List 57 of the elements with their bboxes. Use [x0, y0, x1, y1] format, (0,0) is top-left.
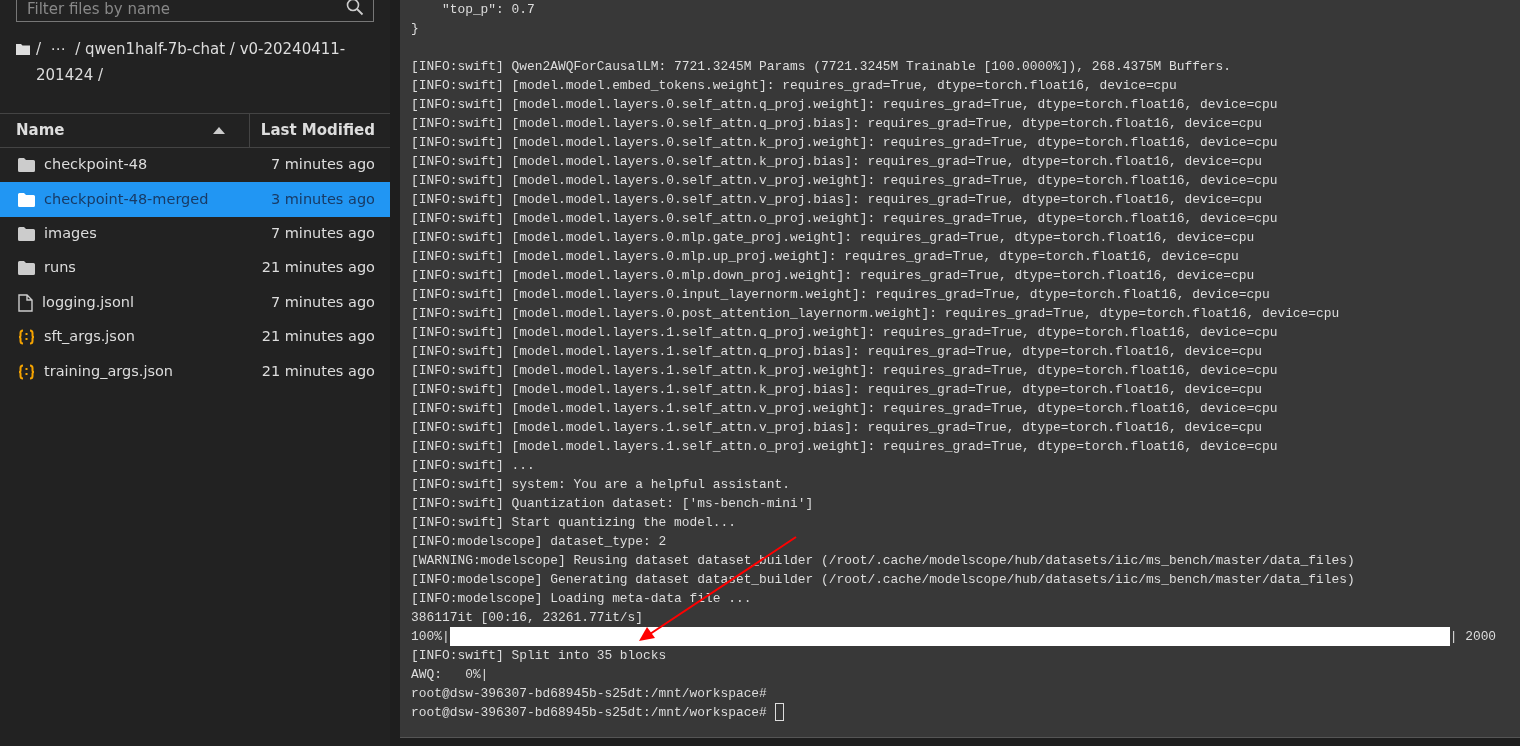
terminal-line: AWQ: 0%|: [411, 667, 489, 682]
terminal-line: [INFO:swift] [model.model.layers.0.self_attn.k_proj.bias]: requires_grad=True, dtype=torch.float16, device=cpu: [411, 154, 1262, 169]
terminal-line: [INFO:swift] [model.model.layers.0.mlp.gate_proj.weight]: requires_grad=True, dtype=torch.float16, device=cpu: [411, 230, 1255, 245]
terminal-line: [INFO:swift] [model.model.layers.0.self_attn.o_proj.weight]: requires_grad=True, dtype=torch.float16, device=cpu: [411, 211, 1278, 226]
terminal-line: [INFO:swift] [model.model.layers.0.input_layernorm.weight]: requires_grad=True, dtype=torch.float16, device=cpu: [411, 287, 1270, 302]
terminal-line: [INFO:swift] system: You are a helpful assistant.: [411, 477, 791, 492]
terminal-line: }: [411, 21, 419, 36]
folder-icon: [18, 226, 35, 241]
folder-icon: [18, 158, 35, 173]
terminal-line: [INFO:swift] Quantization dataset: ['ms-bench-mini']: [411, 496, 814, 511]
search-field[interactable]: Filter files by name: [16, 0, 374, 22]
terminal-line: [INFO:swift] [model.model.layers.0.mlp.up_proj.weight]: requires_grad=True, dtype=torch.float16, device=cpu: [411, 249, 1239, 264]
terminal-line: root@dsw-396307-bd68945b-s25dt:/mnt/workspace#: [411, 686, 767, 701]
terminal-line: [INFO:swift] Qwen2AWQForCausalLM: 7721.3245M Params (7721.3245M Trainable [100.0000%]), 268.4375M Buffers.: [411, 59, 1231, 74]
file-row[interactable]: checkpoint-48-merged 3 minutes ago: [0, 182, 390, 217]
sort-ascending-icon[interactable]: [213, 127, 225, 134]
terminal-line: [INFO:swift] [model.model.embed_tokens.weight]: requires_grad=True, dtype=torch.float16, device=cpu: [411, 78, 1177, 93]
folder-icon[interactable]: [16, 43, 30, 55]
terminal-line: [INFO:swift] [model.model.layers.0.self_attn.v_proj.bias]: requires_grad=True, dtype=torch.float16, device=cpu: [411, 192, 1262, 207]
terminal-line: [INFO:swift] [model.model.layers.1.self_attn.v_proj.weight]: requires_grad=True, dtype=torch.float16, device=cpu: [411, 401, 1278, 416]
terminal-cursor[interactable]: [774, 703, 784, 721]
terminal-line: [INFO:swift] ...: [411, 458, 535, 473]
column-header[interactable]: Name: [16, 119, 65, 142]
terminal-line: [INFO:swift] [model.model.layers.0.self_attn.v_proj.weight]: requires_grad=True, dtype=torch.float16, device=cpu: [411, 173, 1278, 188]
terminal-line: [INFO:swift] Split into 35 blocks: [411, 648, 667, 663]
terminal-line: [INFO:modelscope] dataset_type: 2: [411, 534, 667, 549]
terminal-line: [INFO:swift] [model.model.layers.1.self_attn.q_proj.bias]: requires_grad=True, dtype=torch.float16, device=cpu: [411, 344, 1262, 359]
file-row[interactable]: training_args.json 21 minutes ago: [0, 354, 390, 389]
breadcrumb-path[interactable]: / ⋯ / qwen1half-7b-chat / v0-20240411-201424 /: [36, 36, 374, 88]
progress-count: | 2000: [1449, 629, 1497, 644]
json-file-icon: [18, 329, 35, 346]
terminal-line: [INFO:swift] [model.model.layers.1.self_attn.v_proj.bias]: requires_grad=True, dtype=torch.float16, device=cpu: [411, 420, 1262, 435]
file-row[interactable]: logging.jsonl 7 minutes ago: [0, 285, 390, 320]
terminal-line: [INFO:swift] [model.model.layers.1.self_attn.k_proj.weight]: requires_grad=True, dtype=torch.float16, device=cpu: [411, 363, 1278, 378]
terminal-line: [INFO:swift] [model.model.layers.1.self_attn.q_proj.weight]: requires_grad=True, dtype=torch.float16, device=cpu: [411, 325, 1278, 340]
terminal-line: [INFO:swift] [model.model.layers.0.self_attn.k_proj.weight]: requires_grad=True, dtype=torch.float16, device=cpu: [411, 135, 1278, 150]
terminal-line: [INFO:swift] Start quantizing the model...: [411, 515, 736, 530]
terminal-line: [INFO:swift] [model.model.layers.0.self_attn.q_proj.bias]: requires_grad=True, dtype=torch.float16, device=cpu: [411, 116, 1262, 131]
file-row[interactable]: runs 21 minutes ago: [0, 251, 390, 286]
file-row[interactable]: sft_args.json 21 minutes ago: [0, 319, 390, 355]
folder-icon: [18, 261, 35, 276]
terminal-line: [INFO:swift] [model.model.layers.0.self_attn.q_proj.weight]: requires_grad=True, dtype=torch.float16, device=cpu: [411, 97, 1278, 112]
file-row[interactable]: images 7 minutes ago: [0, 216, 390, 252]
terminal-line: root@dsw-396307-bd68945b-s25dt:/mnt/workspace#: [411, 705, 767, 720]
terminal-line: [INFO:swift] [model.model.layers.0.post_attention_layernorm.weight]: requires_grad=True, dtype=torch.float16, device=cpu: [411, 306, 1340, 321]
terminal-line: 386117it [00:16, 23261.77it/s]: [411, 610, 644, 625]
terminal-line: [INFO:swift] [model.model.layers.1.self_attn.o_proj.weight]: requires_grad=True, dtype=torch.float16, device=cpu: [411, 439, 1278, 454]
folder-icon: [18, 192, 35, 207]
terminal-line: [INFO:swift] [model.model.layers.1.self_attn.k_proj.bias]: requires_grad=True, dtype=torch.float16, device=cpu: [411, 382, 1262, 397]
file-row[interactable]: checkpoint-48 7 minutes ago: [0, 148, 390, 183]
progress-label: 100%|: [411, 629, 450, 644]
column-header[interactable]: Last Modified: [260, 119, 375, 142]
terminal-line: [INFO:swift] [model.model.layers.0.mlp.down_proj.weight]: requires_grad=True, dtype=torch.float16, device=cpu: [411, 268, 1255, 283]
file-icon: [18, 293, 33, 312]
terminal-line: "top_p": 0.7: [440, 2, 535, 17]
json-file-icon: [18, 363, 35, 380]
search-icon[interactable]: [346, 0, 364, 16]
